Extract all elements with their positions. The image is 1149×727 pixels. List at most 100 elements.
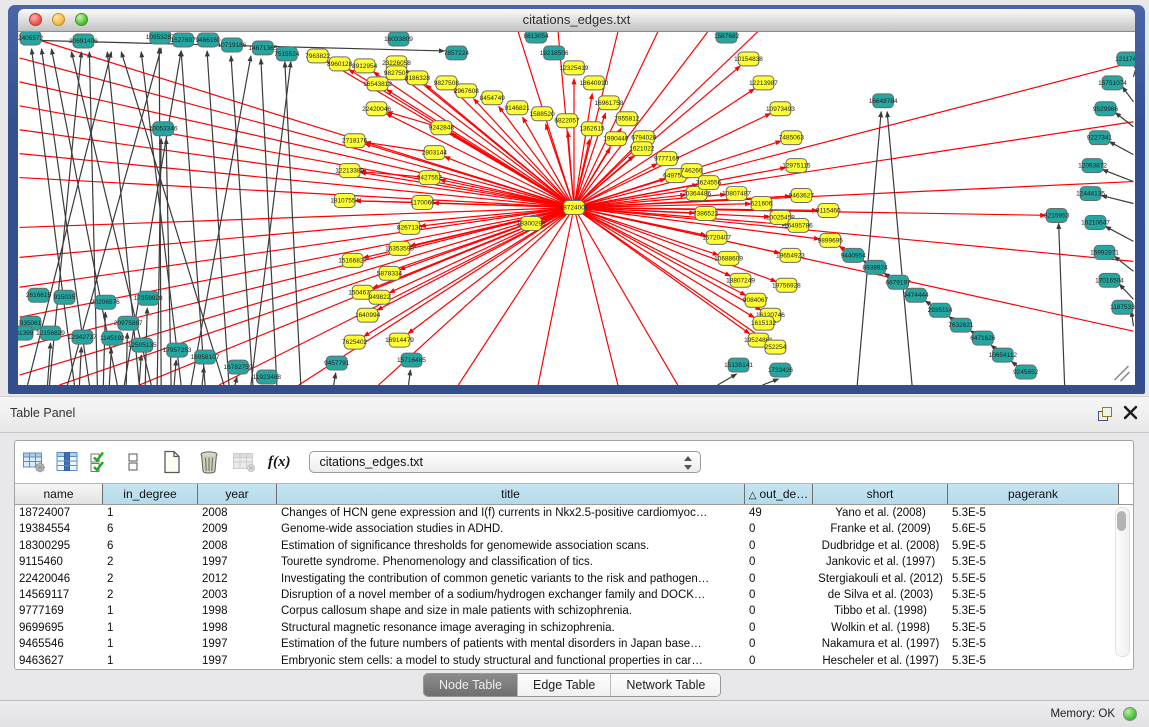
graph-node[interactable]: 8938924 xyxy=(863,260,889,274)
graph-node[interactable]: 1621022 xyxy=(629,142,655,156)
column-header-short[interactable]: short xyxy=(813,484,948,504)
graph-node[interactable]: 18807249 xyxy=(726,273,755,287)
graph-node[interactable]: 6879197 xyxy=(885,275,911,289)
graph-node[interactable]: 8912954 xyxy=(352,59,378,73)
graph-node[interactable]: 1587682 xyxy=(714,32,740,43)
column-header-out_degree[interactable]: △out_de… xyxy=(745,484,813,504)
graph-node[interactable]: 1990448 xyxy=(603,132,629,146)
graph-node[interactable]: 8186328 xyxy=(405,71,431,85)
graph-node[interactable]: 17957253 xyxy=(163,343,192,357)
graph-node[interactable]: 9084067 xyxy=(743,293,769,307)
column-header-pagerank[interactable]: pagerank xyxy=(948,484,1119,504)
graph-node[interactable]: 10688609 xyxy=(714,251,743,265)
graph-node[interactable]: 9146821 xyxy=(505,101,531,115)
create-table-icon[interactable] xyxy=(159,450,185,474)
graph-node[interactable]: 1615132 xyxy=(751,316,777,330)
graph-node[interactable]: 9529966 xyxy=(1093,102,1119,116)
table-row[interactable]: 1456911722003Disruption of a novel membe… xyxy=(15,587,1133,603)
graph-node[interactable]: 9777169 xyxy=(654,152,680,166)
graph-node[interactable]: 7485063 xyxy=(779,131,805,145)
graph-node[interactable]: 2967608 xyxy=(454,84,480,98)
graph-node[interactable]: 16648784 xyxy=(869,94,898,108)
row-height-icon[interactable] xyxy=(120,450,146,474)
graph-node[interactable]: 16782759 xyxy=(224,360,253,374)
column-header-name[interactable]: name xyxy=(15,484,103,504)
graph-node[interactable]: 19756928 xyxy=(772,278,801,292)
graph-node[interactable]: 12213389 xyxy=(335,164,364,178)
row-selection-icon[interactable] xyxy=(87,450,113,474)
tab-edge-table[interactable]: Edge Table xyxy=(518,674,611,696)
graph-node[interactable]: 19218506 xyxy=(540,46,569,60)
graph-node[interactable]: 15720407 xyxy=(702,230,731,244)
table-row[interactable]: 2242004622012Investigating the contribut… xyxy=(15,571,1133,587)
graph-node[interactable]: 8267130 xyxy=(397,220,423,234)
graph-node[interactable]: 7625402 xyxy=(342,335,368,349)
table-row[interactable]: 969969511998Structural magnetic resonanc… xyxy=(15,620,1133,636)
graph-node[interactable]: 9899695 xyxy=(818,233,844,247)
graph-node[interactable]: 20691406 xyxy=(69,34,98,48)
graph-node[interactable]: 8813054 xyxy=(524,32,550,43)
graph-node[interactable]: 10719186 xyxy=(218,38,247,52)
table-row[interactable]: 1938455462009Genome-wide association stu… xyxy=(15,521,1133,537)
graph-node[interactable]: 16961758 xyxy=(595,96,624,110)
graph-node[interactable]: 12975115 xyxy=(782,159,811,173)
table-row[interactable]: 946554611997Estimation of the future num… xyxy=(15,636,1133,652)
graph-node[interactable]: 746266 xyxy=(681,164,703,178)
graph-node[interactable]: 12213987 xyxy=(749,76,778,90)
graph-node[interactable]: 1145192 xyxy=(100,331,125,345)
graph-node[interactable]: 20975887 xyxy=(114,316,143,330)
table-row[interactable]: 1830029562008Estimation of significance … xyxy=(15,538,1133,554)
graph-node[interactable]: 252254 xyxy=(765,340,787,354)
graph-node[interactable]: 16958107 xyxy=(191,350,220,364)
table-selector-dropdown[interactable]: citations_edges.txt xyxy=(309,451,701,473)
graph-node[interactable]: 2718176 xyxy=(342,134,368,148)
graph-node[interactable]: 915035 xyxy=(54,290,76,304)
graph-node[interactable]: 12156829 xyxy=(36,326,65,340)
table-row[interactable]: 977716911998Corpus callosum shape and si… xyxy=(15,603,1133,619)
graph-node[interactable]: 6822057 xyxy=(554,114,580,128)
graph-node[interactable]: 12444135 xyxy=(1076,187,1105,201)
graph-node[interactable]: 9245652 xyxy=(1013,365,1039,379)
graph-node[interactable]: 8427552 xyxy=(417,171,443,185)
graph-node[interactable]: 16033809 xyxy=(384,32,413,46)
graph-node[interactable]: 9474444 xyxy=(903,288,929,302)
tab-node-table[interactable]: Node Table xyxy=(424,674,518,696)
graph-node[interactable]: 9457791 xyxy=(324,356,350,370)
delete-table-icon[interactable] xyxy=(196,450,222,474)
graph-node[interactable]: 12942737 xyxy=(68,330,97,344)
float-panel-icon[interactable] xyxy=(1098,407,1112,421)
graph-node[interactable]: 20206576 xyxy=(91,295,120,309)
graph-node[interactable]: 8960128 xyxy=(327,57,353,71)
function-builder-icon[interactable]: f(x) xyxy=(268,454,291,471)
graph-node[interactable]: 1211744 xyxy=(1115,52,1135,66)
graph-node[interactable]: 1527607 xyxy=(171,33,197,47)
tab-network-table[interactable]: Network Table xyxy=(611,674,720,696)
graph-node[interactable]: 19654923 xyxy=(776,248,805,262)
column-visibility-icon[interactable] xyxy=(54,450,80,474)
graph-node[interactable]: 621606 xyxy=(751,197,773,211)
vertical-scrollbar[interactable] xyxy=(1115,507,1130,657)
column-header-year[interactable]: year xyxy=(198,484,277,504)
scrollbar-thumb[interactable] xyxy=(1117,511,1126,531)
graph-node[interactable]: 1170066 xyxy=(410,196,435,210)
citation-network-graph[interactable]: 1872400779638228960128891295423226058982… xyxy=(18,32,1135,385)
column-header-title[interactable]: title xyxy=(277,484,745,504)
table-settings-icon[interactable] xyxy=(21,450,47,474)
table-row[interactable]: 1872400712008Changes of HCN gene express… xyxy=(15,505,1133,521)
graph-node[interactable]: 9242848 xyxy=(429,121,455,135)
table-row[interactable]: 911546021997Tourette syndrome. Phenomeno… xyxy=(15,554,1133,570)
graph-node[interactable]: 1588520 xyxy=(530,107,556,121)
graph-node[interactable]: 15166827 xyxy=(338,253,367,267)
graph-node[interactable]: 11923468 xyxy=(253,370,282,384)
graph-node[interactable]: 15716485 xyxy=(397,353,426,367)
graph-node[interactable]: 3624556 xyxy=(696,176,722,190)
resize-corner-icon[interactable] xyxy=(1114,366,1129,381)
table-row[interactable]: 946362711997Embryonic stem cells: a mode… xyxy=(15,653,1133,669)
graph-node[interactable]: 1640994 xyxy=(355,308,381,322)
graph-node[interactable]: 10973493 xyxy=(766,102,795,116)
graph-node[interactable]: 2935114 xyxy=(928,303,953,317)
graph-node[interactable]: 7515524 xyxy=(274,47,300,61)
graph-node[interactable]: 12505135 xyxy=(128,338,157,352)
graph-node[interactable]: 16353598 xyxy=(385,241,414,255)
graph-node[interactable]: 2616615 xyxy=(26,288,52,302)
